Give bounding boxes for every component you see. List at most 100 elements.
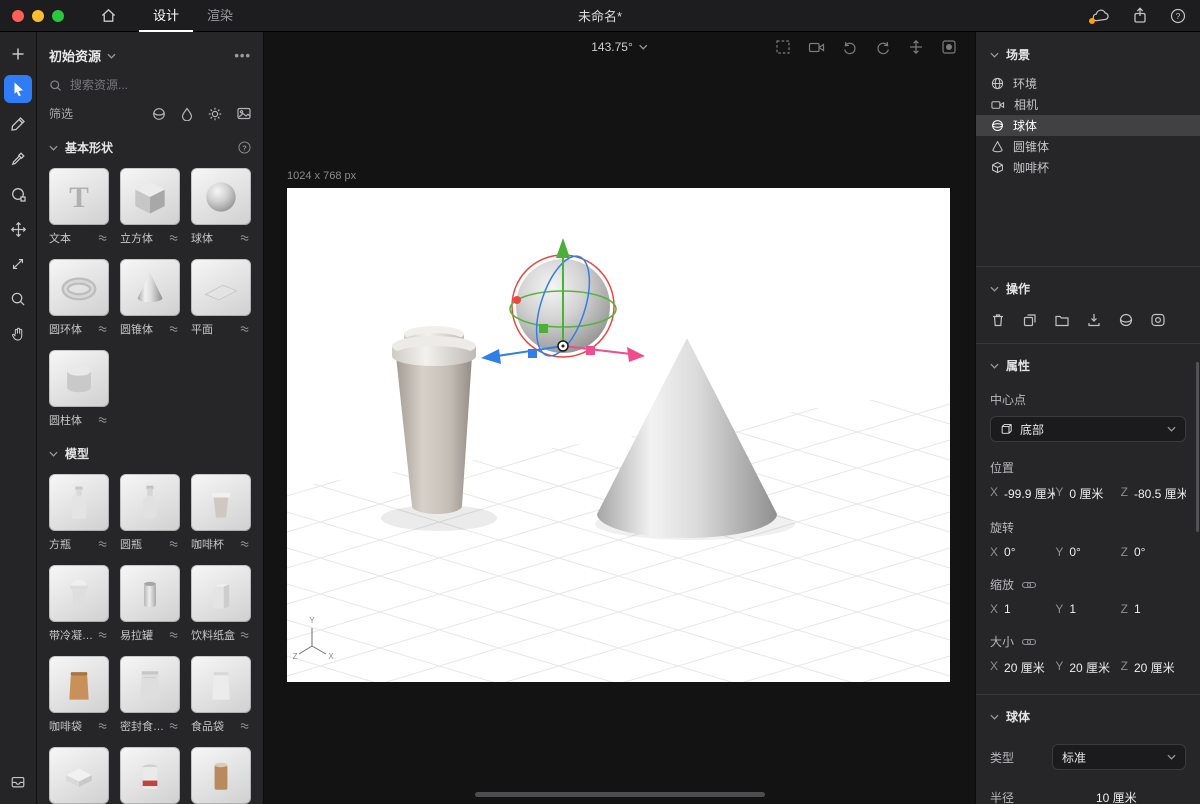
asset-tile-takeout-box[interactable]: 外卖食...	[49, 747, 109, 804]
duplicate-button[interactable]	[1022, 312, 1038, 328]
scene-item-environment[interactable]: 环境	[976, 73, 1200, 94]
home-button[interactable]	[100, 7, 117, 24]
orbit-cw-button[interactable]	[875, 39, 891, 55]
asset-tile-coffee-bag[interactable]: 咖啡袋	[49, 656, 109, 734]
asset-tile-cone[interactable]: 圆锥体	[120, 259, 180, 337]
tab-render[interactable]: 渲染	[193, 0, 247, 32]
asset-tile-cylinder[interactable]: 圆柱体	[49, 350, 109, 428]
render-preview-button[interactable]	[941, 39, 957, 55]
asset-tile-food-bag[interactable]: 食品袋	[191, 656, 251, 734]
asset-thumbnail	[49, 565, 109, 622]
close-window-button[interactable]	[12, 10, 24, 22]
asset-tile-coffee-cup[interactable]: 咖啡杯	[191, 474, 251, 552]
size-y-field[interactable]: Y20 厘米	[1055, 659, 1120, 676]
rotation-y-field[interactable]: Y0°	[1055, 545, 1120, 559]
decal-button[interactable]	[1150, 312, 1166, 328]
scene-section-header[interactable]: 场景	[990, 46, 1186, 63]
export-button[interactable]	[1086, 312, 1102, 328]
delete-button[interactable]	[990, 312, 1006, 328]
zoom-tool[interactable]	[4, 285, 32, 313]
scale-z-field[interactable]: Z1	[1121, 602, 1186, 616]
horizontal-scrollbar[interactable]	[475, 792, 765, 797]
canvas-3d[interactable]: Y X Z	[287, 188, 950, 682]
asset-tile-sphere[interactable]: 球体	[191, 168, 251, 246]
canvas-frame-button[interactable]	[775, 39, 791, 55]
panel-menu-button[interactable]: •••	[234, 48, 251, 63]
properties-section-header[interactable]: 属性	[990, 357, 1186, 374]
scale-tool[interactable]	[4, 250, 32, 278]
actions-section-header[interactable]: 操作	[990, 280, 1186, 297]
cursor-icon	[11, 81, 26, 97]
sample-tool[interactable]	[4, 145, 32, 173]
group-button[interactable]	[1054, 312, 1070, 328]
section-title: 场景	[1006, 46, 1030, 63]
asset-tile-sealed-bag[interactable]: 密封食品袋	[120, 656, 180, 734]
link-icon[interactable]	[1022, 581, 1036, 589]
scale-y-field[interactable]: Y1	[1055, 602, 1120, 616]
shapes-help-button[interactable]: ?	[238, 141, 251, 154]
position-y-field[interactable]: Y0 厘米	[1055, 485, 1120, 502]
scene-item-coffee-cup[interactable]: 咖啡杯	[976, 157, 1200, 178]
position-x-field[interactable]: X-99.9 厘米	[990, 485, 1055, 502]
scale-x-field[interactable]: X1	[990, 602, 1055, 616]
sphere-section-header[interactable]: 球体	[990, 708, 1186, 725]
library-toggle-button[interactable]	[4, 768, 32, 796]
asset-tile-round-bottle[interactable]: 圆瓶	[120, 474, 180, 552]
link-icon[interactable]	[1022, 638, 1036, 646]
section-basic-shapes[interactable]: 基本形状 ?	[49, 139, 251, 156]
search-input[interactable]	[70, 78, 251, 92]
cloud-sync-button[interactable]	[1091, 8, 1110, 23]
asset-tile-carton[interactable]: 饮料纸盒	[191, 565, 251, 643]
sphere-type-select[interactable]: 标准	[1052, 744, 1186, 770]
asset-tile-cold-cup[interactable]: 带冷凝水...	[49, 565, 109, 643]
size-x-field[interactable]: X20 厘米	[990, 659, 1055, 676]
select-tool[interactable]	[4, 75, 32, 103]
asset-tile-packaging-tube[interactable]: 包装筒	[191, 747, 251, 804]
assets-panel-title[interactable]: 初始资源	[49, 46, 101, 65]
asset-tile-square-bottle[interactable]: 方瓶	[49, 474, 109, 552]
filter-light-button[interactable]	[208, 107, 222, 121]
asset-thumbnail	[191, 747, 251, 804]
size-z-field[interactable]: Z20 厘米	[1121, 659, 1186, 676]
help-button[interactable]: ?	[1170, 8, 1186, 24]
asset-tile-plane[interactable]: 平面	[191, 259, 251, 337]
camera-view-button[interactable]	[808, 40, 825, 54]
orbit-ccw-button[interactable]	[842, 39, 858, 55]
hand-icon	[10, 326, 26, 342]
asset-source-icon	[98, 540, 109, 548]
rotation-x-field[interactable]: X0°	[990, 545, 1055, 559]
material-button[interactable]	[1118, 312, 1134, 328]
asset-source-icon	[98, 416, 109, 424]
scene-item-sphere[interactable]: 球体	[976, 115, 1200, 136]
vertical-scrollbar[interactable]	[1196, 362, 1199, 532]
asset-tile-text[interactable]: T 文本	[49, 168, 109, 246]
share-button[interactable]	[1132, 7, 1148, 24]
radius-value-field[interactable]: 10 厘米	[1096, 789, 1137, 804]
pan-tool[interactable]	[4, 320, 32, 348]
position-z-field[interactable]: Z-80.5 厘米	[1121, 485, 1186, 502]
asset-tile-cube[interactable]: 立方体	[120, 168, 180, 246]
asset-tile-torus[interactable]: 圆环体	[49, 259, 109, 337]
asset-tile-can[interactable]: 易拉罐	[120, 565, 180, 643]
filter-image-button[interactable]	[237, 107, 251, 121]
loop-tool[interactable]	[4, 180, 32, 208]
center-point-select[interactable]: 底部	[990, 416, 1186, 442]
filter-graphic-button[interactable]	[181, 107, 193, 121]
frame-icon	[775, 39, 791, 55]
asset-source-icon	[240, 234, 251, 242]
add-asset-button[interactable]	[4, 40, 32, 68]
asset-thumbnail	[120, 747, 180, 804]
zoom-dropdown[interactable]: 143.75°	[591, 32, 648, 62]
rotation-z-field[interactable]: Z0°	[1121, 545, 1186, 559]
pen-tool[interactable]	[4, 110, 32, 138]
section-models[interactable]: 模型	[49, 445, 251, 462]
asset-tile-food-jar[interactable]: 食品罐	[120, 747, 180, 804]
filter-material-button[interactable]	[152, 107, 166, 121]
zoom-window-button[interactable]	[52, 10, 64, 22]
minimize-window-button[interactable]	[32, 10, 44, 22]
move-tool[interactable]	[4, 215, 32, 243]
tab-design[interactable]: 设计	[139, 0, 193, 32]
camera-level-button[interactable]	[908, 39, 924, 55]
scene-item-cone[interactable]: 圆锥体	[976, 136, 1200, 157]
scene-item-camera[interactable]: 相机	[976, 94, 1200, 115]
